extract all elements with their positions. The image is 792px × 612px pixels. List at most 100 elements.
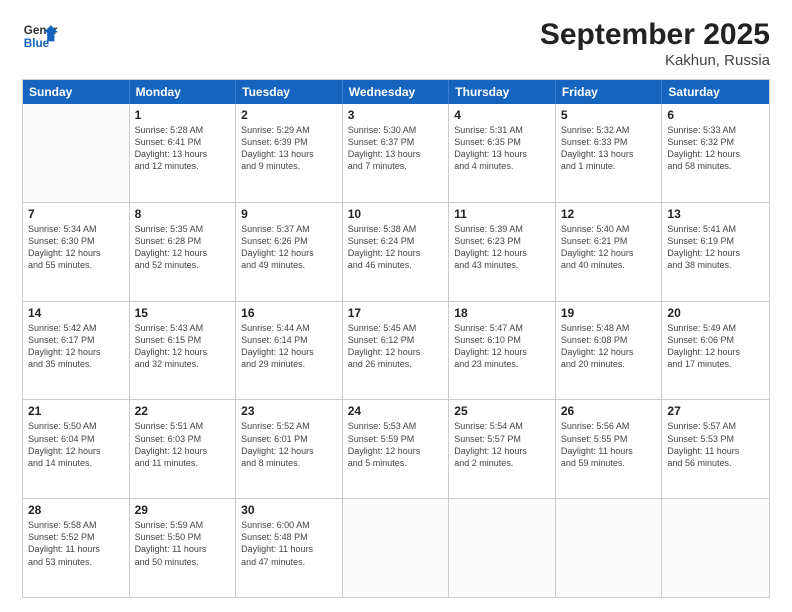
- day-cell-17: 17Sunrise: 5:45 AMSunset: 6:12 PMDayligh…: [343, 302, 450, 400]
- cell-line: and 23 minutes.: [454, 358, 550, 370]
- cell-line: Daylight: 11 hours: [667, 445, 764, 457]
- cell-line: and 49 minutes.: [241, 259, 337, 271]
- cell-line: Daylight: 13 hours: [135, 148, 231, 160]
- cell-line: Sunrise: 5:59 AM: [135, 519, 231, 531]
- cell-line: Sunset: 6:24 PM: [348, 235, 444, 247]
- day-number: 2: [241, 108, 337, 122]
- cell-line: Sunrise: 5:56 AM: [561, 420, 657, 432]
- cell-line: Sunrise: 5:53 AM: [348, 420, 444, 432]
- cell-line: Sunset: 6:12 PM: [348, 334, 444, 346]
- cell-line: Sunset: 6:23 PM: [454, 235, 550, 247]
- cell-line: Daylight: 12 hours: [348, 346, 444, 358]
- day-cell-2: 2Sunrise: 5:29 AMSunset: 6:39 PMDaylight…: [236, 104, 343, 202]
- cell-line: Daylight: 11 hours: [28, 543, 124, 555]
- day-number: 24: [348, 404, 444, 418]
- day-cell-26: 26Sunrise: 5:56 AMSunset: 5:55 PMDayligh…: [556, 400, 663, 498]
- subtitle: Kakhun, Russia: [540, 52, 770, 69]
- cell-line: Sunrise: 5:44 AM: [241, 322, 337, 334]
- cell-line: Sunrise: 5:43 AM: [135, 322, 231, 334]
- cell-line: Daylight: 12 hours: [135, 445, 231, 457]
- calendar: SundayMondayTuesdayWednesdayThursdayFrid…: [22, 79, 770, 598]
- cell-line: Daylight: 11 hours: [135, 543, 231, 555]
- day-number: 6: [667, 108, 764, 122]
- cell-line: Sunrise: 5:57 AM: [667, 420, 764, 432]
- cell-line: Daylight: 12 hours: [667, 247, 764, 259]
- cell-line: Sunrise: 5:38 AM: [348, 223, 444, 235]
- cell-line: and 9 minutes.: [241, 160, 337, 172]
- cell-line: Sunrise: 5:50 AM: [28, 420, 124, 432]
- day-number: 3: [348, 108, 444, 122]
- cell-line: and 8 minutes.: [241, 457, 337, 469]
- calendar-row-2: 14Sunrise: 5:42 AMSunset: 6:17 PMDayligh…: [23, 302, 769, 401]
- cell-line: Sunset: 5:53 PM: [667, 433, 764, 445]
- day-cell-29: 29Sunrise: 5:59 AMSunset: 5:50 PMDayligh…: [130, 499, 237, 597]
- day-cell-7: 7Sunrise: 5:34 AMSunset: 6:30 PMDaylight…: [23, 203, 130, 301]
- cell-line: Sunset: 6:15 PM: [135, 334, 231, 346]
- cell-line: Sunset: 6:17 PM: [28, 334, 124, 346]
- cell-line: Daylight: 12 hours: [241, 445, 337, 457]
- cell-line: and 12 minutes.: [135, 160, 231, 172]
- day-number: 18: [454, 306, 550, 320]
- cell-line: Sunset: 6:08 PM: [561, 334, 657, 346]
- cell-line: Daylight: 12 hours: [667, 148, 764, 160]
- calendar-row-4: 28Sunrise: 5:58 AMSunset: 5:52 PMDayligh…: [23, 499, 769, 597]
- cell-line: Sunset: 5:52 PM: [28, 531, 124, 543]
- cell-line: and 29 minutes.: [241, 358, 337, 370]
- cell-line: Daylight: 12 hours: [454, 247, 550, 259]
- day-number: 14: [28, 306, 124, 320]
- cell-line: Daylight: 12 hours: [241, 346, 337, 358]
- day-cell-25: 25Sunrise: 5:54 AMSunset: 5:57 PMDayligh…: [449, 400, 556, 498]
- cell-line: Sunset: 6:37 PM: [348, 136, 444, 148]
- day-number: 13: [667, 207, 764, 221]
- svg-text:Blue: Blue: [24, 37, 50, 50]
- day-number: 10: [348, 207, 444, 221]
- cell-line: and 59 minutes.: [561, 457, 657, 469]
- cell-line: Daylight: 12 hours: [28, 346, 124, 358]
- cell-line: Sunset: 5:57 PM: [454, 433, 550, 445]
- cell-line: and 52 minutes.: [135, 259, 231, 271]
- day-cell-21: 21Sunrise: 5:50 AMSunset: 6:04 PMDayligh…: [23, 400, 130, 498]
- empty-cell: [449, 499, 556, 597]
- cell-line: and 1 minute.: [561, 160, 657, 172]
- day-cell-9: 9Sunrise: 5:37 AMSunset: 6:26 PMDaylight…: [236, 203, 343, 301]
- empty-cell: [23, 104, 130, 202]
- cell-line: and 5 minutes.: [348, 457, 444, 469]
- cell-line: Sunrise: 5:35 AM: [135, 223, 231, 235]
- calendar-row-1: 7Sunrise: 5:34 AMSunset: 6:30 PMDaylight…: [23, 203, 769, 302]
- day-number: 7: [28, 207, 124, 221]
- day-number: 20: [667, 306, 764, 320]
- day-number: 1: [135, 108, 231, 122]
- cell-line: Sunrise: 5:37 AM: [241, 223, 337, 235]
- cell-line: Sunset: 6:03 PM: [135, 433, 231, 445]
- cell-line: Daylight: 11 hours: [241, 543, 337, 555]
- day-cell-28: 28Sunrise: 5:58 AMSunset: 5:52 PMDayligh…: [23, 499, 130, 597]
- day-cell-20: 20Sunrise: 5:49 AMSunset: 6:06 PMDayligh…: [662, 302, 769, 400]
- day-number: 21: [28, 404, 124, 418]
- cell-line: Sunrise: 5:52 AM: [241, 420, 337, 432]
- cell-line: Sunrise: 5:54 AM: [454, 420, 550, 432]
- day-cell-22: 22Sunrise: 5:51 AMSunset: 6:03 PMDayligh…: [130, 400, 237, 498]
- cell-line: Daylight: 12 hours: [28, 247, 124, 259]
- cell-line: Sunrise: 5:47 AM: [454, 322, 550, 334]
- cell-line: Daylight: 12 hours: [667, 346, 764, 358]
- cell-line: and 53 minutes.: [28, 556, 124, 568]
- cell-line: Sunset: 6:33 PM: [561, 136, 657, 148]
- cell-line: Sunrise: 5:48 AM: [561, 322, 657, 334]
- day-number: 25: [454, 404, 550, 418]
- day-cell-18: 18Sunrise: 5:47 AMSunset: 6:10 PMDayligh…: [449, 302, 556, 400]
- cell-line: Sunset: 6:30 PM: [28, 235, 124, 247]
- cell-line: Sunset: 6:35 PM: [454, 136, 550, 148]
- day-cell-1: 1Sunrise: 5:28 AMSunset: 6:41 PMDaylight…: [130, 104, 237, 202]
- cell-line: Sunrise: 5:30 AM: [348, 124, 444, 136]
- cell-line: Sunset: 6:39 PM: [241, 136, 337, 148]
- cell-line: Sunrise: 5:42 AM: [28, 322, 124, 334]
- cell-line: Daylight: 13 hours: [454, 148, 550, 160]
- empty-cell: [662, 499, 769, 597]
- day-cell-13: 13Sunrise: 5:41 AMSunset: 6:19 PMDayligh…: [662, 203, 769, 301]
- cell-line: Sunrise: 5:29 AM: [241, 124, 337, 136]
- logo: General Blue: [22, 18, 58, 54]
- day-number: 28: [28, 503, 124, 517]
- day-number: 22: [135, 404, 231, 418]
- day-cell-19: 19Sunrise: 5:48 AMSunset: 6:08 PMDayligh…: [556, 302, 663, 400]
- cell-line: and 17 minutes.: [667, 358, 764, 370]
